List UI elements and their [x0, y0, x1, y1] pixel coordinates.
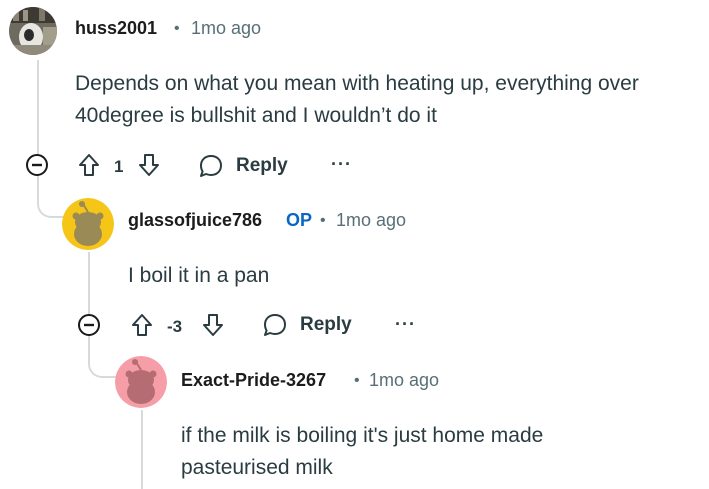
op-badge: OP [286, 210, 313, 230]
snoo-avatar-icon [115, 356, 167, 408]
comment-body-line: I boil it in a pan [128, 264, 270, 287]
vote-count: 1 [114, 157, 124, 176]
thread-line-grandchild [141, 410, 143, 489]
comment-username[interactable]: glassofjuice786 [128, 210, 262, 231]
upvote-button[interactable] [130, 312, 154, 338]
collapse-minus-icon [26, 154, 48, 176]
upvote-arrow-icon [79, 154, 99, 176]
collapse-thread-button[interactable] [77, 313, 101, 337]
comment-username[interactable]: Exact-Pride-3267 [181, 370, 326, 391]
reply-button[interactable]: Reply [196, 151, 292, 181]
reply-label: Reply [236, 155, 288, 176]
avatar[interactable] [9, 7, 57, 55]
upvote-arrow-icon [132, 314, 152, 336]
separator-dot: • [174, 20, 180, 37]
upvote-button[interactable] [77, 152, 101, 178]
downvote-button[interactable] [201, 312, 225, 338]
comment-body: I boil it in a pan [128, 260, 269, 292]
reply-button[interactable]: Reply [260, 310, 356, 340]
reply-label: Reply [300, 314, 352, 335]
thread-line-root [37, 60, 39, 155]
downvote-button[interactable] [137, 152, 161, 178]
thread-line-child [88, 252, 90, 314]
thread-connector-1 [37, 172, 65, 218]
comment-timestamp[interactable]: 1mo ago [369, 370, 439, 391]
more-options-button[interactable]: ··· [331, 154, 352, 175]
separator-dot: • [320, 212, 326, 229]
comment-body-line: if the milk is boiling it's just home ma… [181, 424, 544, 447]
comment-body: Depends on what you mean with heating up… [75, 68, 639, 132]
snoo-avatar-icon [62, 198, 114, 250]
avatar[interactable] [62, 198, 114, 250]
collapse-minus-icon [78, 314, 100, 336]
avatar[interactable] [115, 356, 167, 408]
comment-timestamp[interactable]: 1mo ago [191, 18, 261, 39]
comment-username[interactable]: huss2001 [75, 18, 157, 39]
comment-timestamp[interactable]: 1mo ago [336, 210, 406, 231]
vote-count: -3 [167, 317, 183, 336]
user-photo-avatar-icon [9, 7, 57, 55]
downvote-arrow-icon [203, 314, 223, 336]
reply-bubble-icon [264, 314, 286, 336]
collapse-thread-button[interactable] [25, 153, 49, 177]
separator-dot: • [354, 372, 360, 389]
comment-body-line: Depends on what you mean with heating up… [75, 72, 639, 95]
reply-bubble-icon [200, 155, 222, 177]
comment-body-line: 40degree is bullshit and I wouldn’t do i… [75, 104, 437, 127]
comment-body-line: pasteurised milk [181, 456, 333, 479]
more-options-button[interactable]: ··· [395, 314, 416, 335]
downvote-arrow-icon [139, 154, 159, 176]
thread-connector-2 [88, 330, 117, 378]
comment-body: if the milk is boiling it's just home ma… [181, 420, 543, 484]
